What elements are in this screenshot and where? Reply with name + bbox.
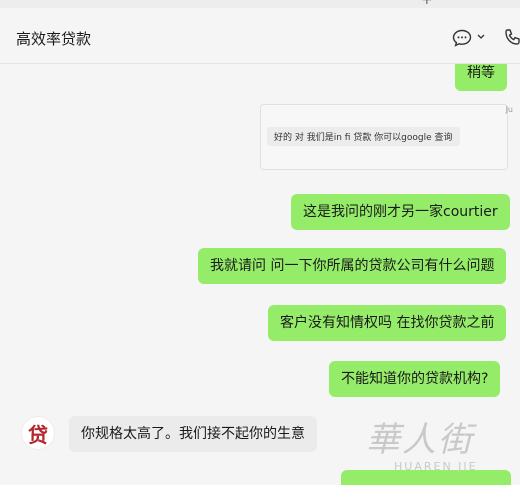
chevron-down-icon[interactable] [477, 34, 485, 40]
message-bubble-other[interactable]: 你规格太高了。我们接不起你的生意 [69, 416, 317, 452]
message-bubble-self[interactable]: 我就请问 问一下你所属的贷款公司有什么问题 [198, 248, 507, 284]
message-bubble-self[interactable]: 这是我问的刚才另一家courtier [291, 194, 510, 230]
avatar[interactable]: 贷 [21, 416, 55, 450]
quoted-message-text: 好的 对 我们是in fi 贷款 你可以google 查询 [267, 127, 460, 146]
watermark-logo: 華人街 [366, 420, 474, 460]
phone-icon[interactable] [503, 28, 520, 48]
message-bubble-self[interactable]: 稍等 [455, 64, 507, 91]
watermark-text: HUAREN JIE [394, 460, 478, 473]
message-bubble-self[interactable]: 客户没有知情权吗 在找你贷款之前 [268, 305, 507, 341]
window-top-strip: + [0, 0, 520, 8]
quote-timestamp: Ju [505, 105, 513, 114]
avatar-glyph: 贷 [28, 422, 48, 447]
chat-bubble-icon[interactable] [452, 29, 472, 47]
watermark: 華人街 HUAREN JIE [366, 412, 516, 480]
chat-title: 高效率贷款 [16, 30, 92, 48]
plus-icon[interactable]: + [421, 0, 433, 7]
quoted-message-card[interactable]: Ju 好的 对 我们是in fi 贷款 你可以google 查询 [260, 104, 513, 170]
chat-header: 高效率贷款 [0, 8, 520, 64]
message-list[interactable]: 稍等 Ju 好的 对 我们是in fi 贷款 你可以google 查询 这是我问… [0, 64, 520, 485]
message-bubble-self[interactable]: 不能知道你的贷款机构? [329, 361, 501, 397]
